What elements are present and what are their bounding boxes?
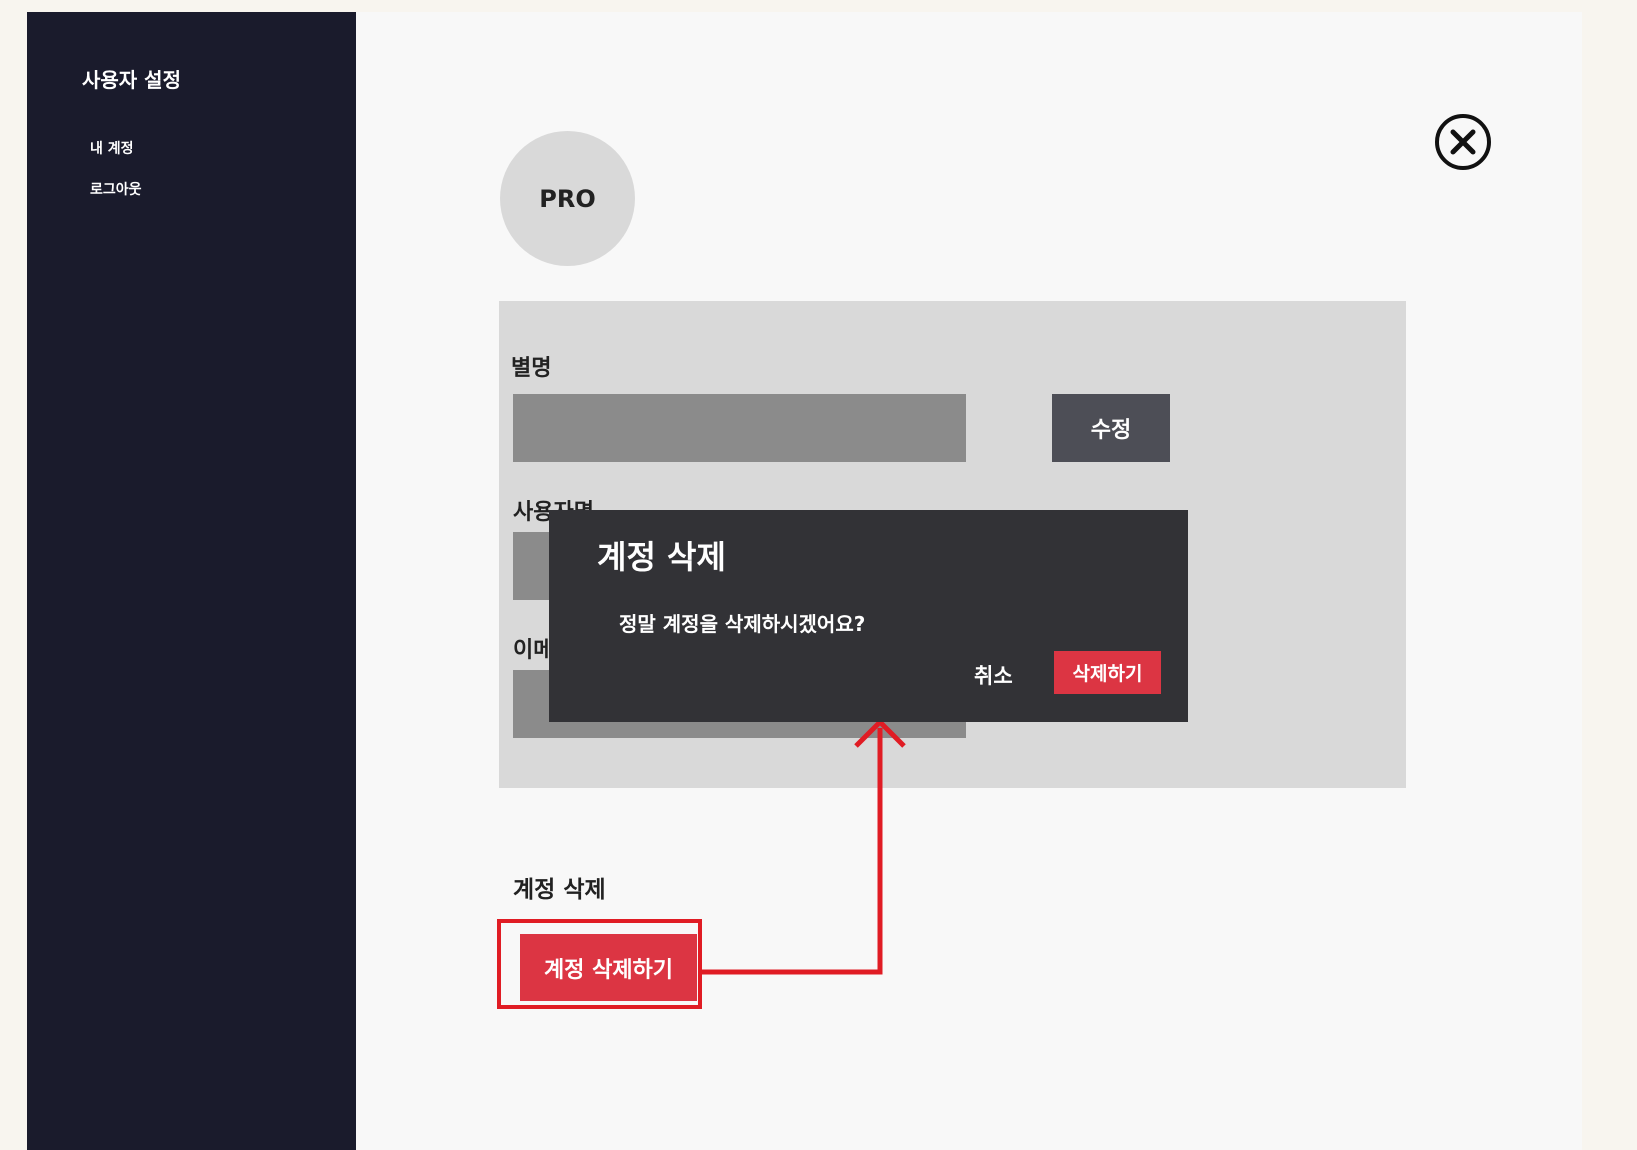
sidebar-item-logout[interactable]: 로그아웃 [90,179,142,199]
dialog-message: 정말 계정을 삭제하시겠어요? [619,612,866,636]
delete-account-section-title: 계정 삭제 [513,877,606,903]
nickname-input[interactable] [513,394,966,462]
dialog-cancel-button[interactable]: 취소 [974,660,1013,690]
dialog-confirm-delete-button[interactable]: 삭제하기 [1054,651,1161,694]
close-button[interactable] [1434,113,1492,171]
sidebar-title: 사용자 설정 [82,68,181,92]
settings-sidebar: 사용자 설정 내 계정 로그아웃 [27,12,356,1150]
nickname-label: 별명 [511,356,552,381]
edit-nickname-button[interactable]: 수정 [1052,394,1170,462]
delete-account-dialog: 계정 삭제 정말 계정을 삭제하시겠어요? 취소 삭제하기 [549,510,1188,722]
avatar-label: PRO [539,184,596,213]
close-circle-icon [1435,114,1491,170]
sidebar-item-my-account[interactable]: 내 계정 [90,138,134,158]
dialog-title: 계정 삭제 [597,538,726,576]
delete-account-button[interactable]: 계정 삭제하기 [520,934,697,1001]
avatar: PRO [500,131,635,266]
